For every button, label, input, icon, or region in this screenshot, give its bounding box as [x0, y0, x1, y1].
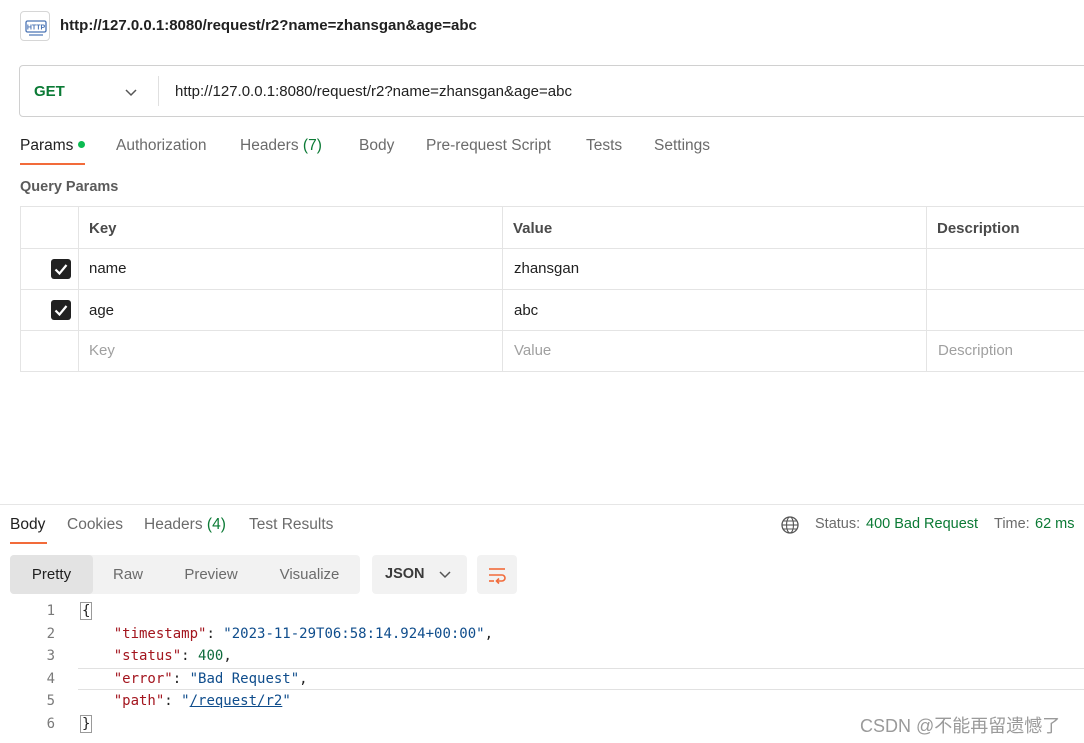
chevron-down-icon — [439, 571, 451, 579]
column-header-key: Key — [89, 220, 117, 237]
response-tab-body[interactable]: Body — [10, 516, 45, 534]
status-label: Status: — [815, 516, 861, 532]
json-key: "error" — [113, 671, 173, 687]
column-header-description: Description — [937, 220, 1020, 237]
code-line-3[interactable]: "status": 400, — [80, 648, 232, 664]
row-divider — [21, 248, 1084, 249]
url-bar: GET http://127.0.0.1:8080/request/r2?nam… — [19, 65, 1084, 117]
response-tab-cookies[interactable]: Cookies — [67, 516, 123, 534]
tab-pre-request-script[interactable]: Pre-request Script — [426, 137, 551, 155]
chevron-down-icon[interactable] — [124, 85, 138, 99]
tab-params-label: Params — [20, 137, 74, 154]
col-divider — [926, 207, 927, 371]
json-value: 400 — [198, 648, 224, 664]
tab-headers-label: Headers — [240, 137, 299, 154]
row-divider — [21, 330, 1084, 331]
query-params-title: Query Params — [20, 179, 119, 195]
pane-divider[interactable] — [0, 504, 1084, 505]
code-line-1[interactable]: { — [80, 602, 93, 620]
json-key: "path" — [113, 693, 165, 709]
json-quote: " — [181, 693, 190, 709]
url-input[interactable]: http://127.0.0.1:8080/request/r2?name=zh… — [175, 83, 572, 100]
tab-body[interactable]: Body — [359, 137, 394, 155]
param-value[interactable]: zhansgan — [514, 260, 579, 277]
wrap-lines-button[interactable] — [477, 555, 517, 594]
view-mode-group: Pretty Raw Preview Visualize — [10, 555, 360, 594]
time-value[interactable]: 62 ms — [1035, 516, 1075, 532]
tab-settings[interactable]: Settings — [654, 137, 710, 155]
http-request-icon: HTTP — [20, 11, 50, 41]
format-select[interactable]: JSON — [372, 555, 467, 594]
open-brace: { — [80, 602, 93, 620]
status-value[interactable]: 400 Bad Request — [866, 516, 978, 532]
row-divider — [21, 289, 1084, 290]
active-response-tab-indicator — [10, 542, 47, 544]
method-divider — [158, 76, 159, 106]
line-number: 6 — [46, 716, 55, 732]
code-line-6[interactable]: } — [80, 715, 93, 733]
code-line-2[interactable]: "timestamp": "2023-11-29T06:58:14.924+00… — [80, 626, 493, 642]
line-number: 4 — [46, 671, 55, 687]
json-value: "2023-11-29T06:58:14.924+00:00" — [223, 626, 485, 642]
format-label: JSON — [385, 566, 425, 582]
time-label: Time: — [994, 516, 1030, 532]
view-visualize-button[interactable]: Visualize — [259, 555, 360, 594]
view-preview-button[interactable]: Preview — [163, 555, 259, 594]
json-link-value[interactable]: /request/r2 — [190, 693, 283, 709]
response-tab-test-results[interactable]: Test Results — [249, 516, 333, 534]
tab-authorization[interactable]: Authorization — [116, 137, 206, 155]
tab-headers[interactable]: Headers (7) — [240, 137, 322, 155]
column-header-value: Value — [513, 220, 553, 237]
wrap-lines-icon — [489, 568, 506, 585]
params-active-dot — [78, 141, 86, 148]
json-value: "Bad Request" — [189, 671, 300, 687]
code-line-4[interactable]: "error": "Bad Request", — [80, 671, 308, 687]
headers-count: (7) — [302, 137, 322, 154]
new-key-input[interactable]: Key — [89, 342, 115, 359]
tab-params[interactable]: Params — [20, 137, 86, 155]
view-raw-button[interactable]: Raw — [93, 555, 163, 594]
json-key: "status" — [113, 648, 182, 664]
response-tab-headers[interactable]: Headers (4) — [144, 516, 226, 534]
line-number: 3 — [46, 648, 55, 664]
active-tab-indicator — [20, 163, 85, 165]
param-checkbox-age[interactable] — [51, 300, 71, 320]
close-brace: } — [80, 715, 93, 733]
response-tab-headers-label: Headers — [144, 516, 203, 533]
watermark: CSDN @不能再留遗憾了 — [860, 716, 1061, 736]
svg-text:HTTP: HTTP — [27, 25, 46, 32]
request-title[interactable]: http://127.0.0.1:8080/request/r2?name=zh… — [60, 17, 477, 34]
globe-icon[interactable] — [780, 515, 800, 535]
json-quote: " — [282, 693, 291, 709]
param-checkbox-name[interactable] — [51, 259, 71, 279]
new-description-input[interactable]: Description — [938, 342, 1013, 359]
line-number: 5 — [46, 693, 55, 709]
col-divider — [78, 207, 79, 371]
tab-tests[interactable]: Tests — [586, 137, 622, 155]
method-select[interactable]: GET — [34, 83, 65, 100]
param-value[interactable]: abc — [514, 302, 538, 319]
line-number: 2 — [46, 626, 55, 642]
param-key[interactable]: age — [89, 302, 114, 319]
response-headers-count: (4) — [206, 516, 226, 533]
param-key[interactable]: name — [89, 260, 127, 277]
line-number: 1 — [46, 603, 55, 619]
params-table: Key Value Description name zhansgan age … — [20, 206, 1084, 372]
json-key: "timestamp" — [113, 626, 207, 642]
col-divider — [502, 207, 503, 371]
view-pretty-button[interactable]: Pretty — [10, 555, 93, 594]
new-value-input[interactable]: Value — [514, 342, 551, 359]
code-line-5[interactable]: "path": "/request/r2" — [80, 693, 291, 709]
